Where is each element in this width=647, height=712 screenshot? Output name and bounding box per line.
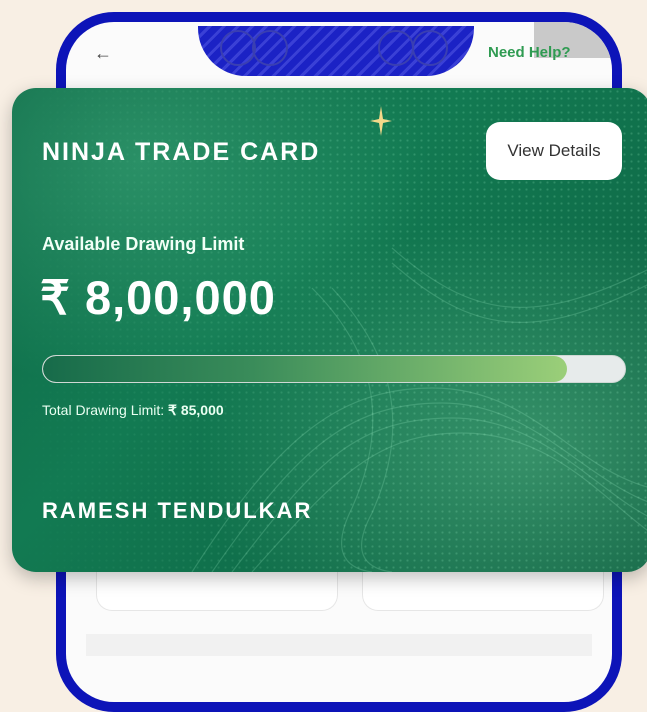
phone-notch [198,26,474,76]
available-limit-amount: ₹ 8,00,000 [40,271,276,324]
need-help-link[interactable]: Need Help? [488,44,571,61]
available-limit-label: Available Drawing Limit [42,234,245,254]
limit-progress-bar [42,355,626,383]
summary-tile-right[interactable] [362,570,604,611]
summary-tile-left[interactable] [96,570,338,611]
limit-progress-fill [43,356,567,382]
card-title: NINJA TRADE CARD [42,138,321,166]
total-limit-value: ₹ 85,000 [168,402,224,418]
camera-lens-icon [378,30,414,66]
camera-lens-icon [412,30,448,66]
camera-lens-icon [220,30,256,66]
total-limit-text: Total Drawing Limit: ₹ 85,000 [42,402,224,419]
card-holder-name: RAMESH TENDULKAR [42,498,313,523]
view-details-button[interactable]: View Details [486,122,622,180]
total-limit-label: Total Drawing Limit: [42,402,169,418]
back-arrow-icon[interactable]: ← [94,42,116,64]
trade-card[interactable]: NINJA TRADE CARD View Details Available … [12,88,647,572]
sparkle-icon [370,106,392,136]
section-divider [86,634,592,656]
camera-lens-icon [252,30,288,66]
